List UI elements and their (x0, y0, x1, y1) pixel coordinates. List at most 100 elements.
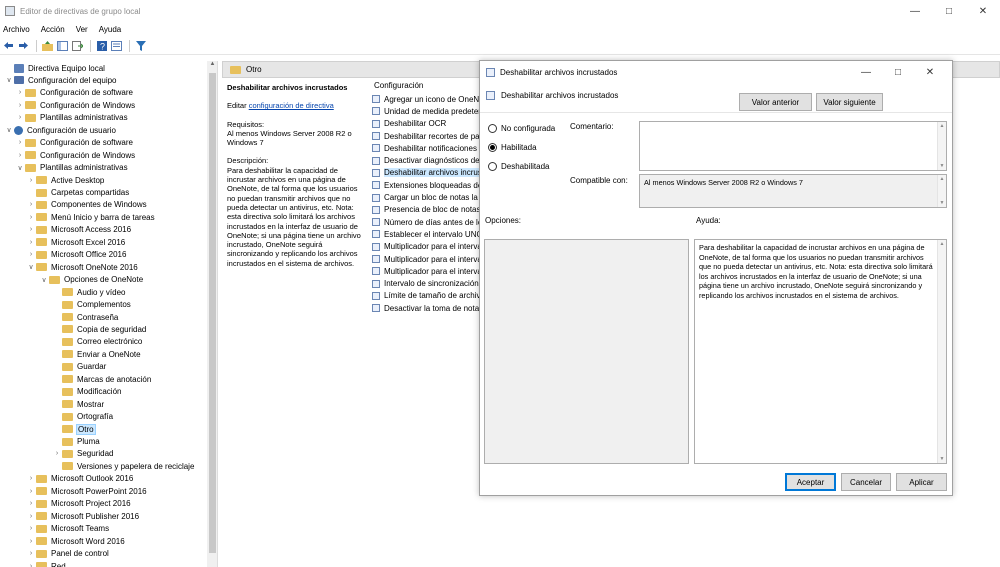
setting-row[interactable]: Unidad de medida predeterminada (372, 105, 482, 117)
tree-item[interactable]: Otro (53, 423, 96, 435)
chevron-right-icon[interactable]: › (16, 114, 24, 121)
comment-textarea[interactable]: ▲ ▼ (639, 121, 947, 171)
tree-item[interactable]: › Configuración de Windows (16, 149, 135, 161)
tree-item[interactable]: ∨ Microsoft OneNote 2016 (27, 261, 137, 273)
setting-row[interactable]: Agregar un icono de OneNote (372, 93, 482, 105)
tree-item[interactable]: Guardar (53, 361, 106, 373)
tree-item[interactable]: Versiones y papelera de reciclaje (53, 460, 194, 472)
cancel-button[interactable]: Cancelar (841, 473, 891, 491)
tree-item[interactable]: › Configuración de Windows (16, 99, 135, 111)
show-tree-icon[interactable] (56, 39, 69, 52)
forward-arrow-icon[interactable] (17, 39, 30, 52)
tree-item[interactable]: › Microsoft Publisher 2016 (27, 510, 139, 522)
scroll-up-icon[interactable]: ▲ (938, 241, 946, 247)
ok-button[interactable]: Aceptar (785, 473, 836, 491)
filter-icon[interactable] (134, 39, 147, 52)
chevron-right-icon[interactable]: › (53, 450, 61, 457)
tree-item[interactable]: › Microsoft Project 2016 (27, 498, 131, 510)
chevron-right-icon[interactable]: › (16, 139, 24, 146)
chevron-down-icon[interactable]: ∨ (5, 126, 13, 134)
chevron-down-icon[interactable]: ∨ (40, 276, 48, 284)
setting-row[interactable]: Extensiones bloqueadas de archivos incru… (372, 179, 482, 191)
properties-icon[interactable] (110, 39, 123, 52)
setting-row[interactable]: Deshabilitar archivos incrustados (372, 167, 482, 179)
radio-circle[interactable] (488, 162, 497, 171)
tree-item[interactable]: › Microsoft PowerPoint 2016 (27, 485, 147, 497)
chevron-down-icon[interactable]: ∨ (16, 164, 24, 172)
chevron-right-icon[interactable]: › (27, 513, 35, 520)
scroll-down-icon[interactable]: ▼ (938, 200, 946, 206)
tree-item[interactable]: › Seguridad (53, 448, 114, 460)
tree-item[interactable]: Contraseña (53, 311, 118, 323)
radio-enabled[interactable]: Habilitada (488, 143, 537, 152)
tree-item[interactable]: › Plantillas administrativas (16, 112, 128, 124)
tree-item[interactable]: Audio y vídeo (53, 286, 125, 298)
tree-item[interactable]: › Microsoft Excel 2016 (27, 236, 125, 248)
tree-item[interactable]: ∨ Opciones de OneNote (40, 274, 143, 286)
chevron-right-icon[interactable]: › (16, 89, 24, 96)
setting-row[interactable]: Desactivar diagnósticos de OneNote (372, 154, 482, 166)
tree-item[interactable]: › Componentes de Windows (27, 199, 147, 211)
chevron-right-icon[interactable]: › (27, 500, 35, 507)
menu-ayuda[interactable]: Ayuda (99, 25, 122, 34)
menu-archivo[interactable]: Archivo (3, 25, 30, 34)
chevron-down-icon[interactable]: ∨ (5, 76, 13, 84)
chevron-right-icon[interactable]: › (16, 152, 24, 159)
chevron-right-icon[interactable]: › (27, 538, 35, 545)
chevron-right-icon[interactable]: › (27, 475, 35, 482)
setting-row[interactable]: Multiplicador para el intervalo (372, 253, 482, 265)
maximize-icon[interactable]: □ (882, 61, 914, 83)
compatible-scrollbar[interactable]: ▲ ▼ (937, 175, 946, 207)
setting-row[interactable]: Deshabilitar OCR (372, 118, 482, 130)
chevron-right-icon[interactable]: › (27, 239, 35, 246)
tree-item[interactable]: › Panel de control (27, 548, 109, 560)
tree-item[interactable]: Carpetas compartidas (27, 187, 129, 199)
help-icon[interactable]: ? (95, 39, 108, 52)
close-icon[interactable]: ✕ (914, 61, 946, 83)
tree-item[interactable]: › Microsoft Outlook 2016 (27, 473, 133, 485)
tree-item[interactable]: › Microsoft Access 2016 (27, 224, 131, 236)
scroll-up-icon[interactable]: ▲ (938, 176, 946, 182)
tree-item[interactable]: Copia de seguridad (53, 323, 146, 335)
setting-row[interactable]: Deshabilitar notificaciones (372, 142, 482, 154)
chevron-right-icon[interactable]: › (27, 550, 35, 557)
tree-item[interactable]: ∨ Plantillas administrativas (16, 162, 127, 174)
tree-item[interactable]: Enviar a OneNote (53, 348, 141, 360)
chevron-down-icon[interactable]: ∨ (27, 263, 35, 271)
tree-item[interactable]: › Microsoft Teams (27, 523, 109, 535)
chevron-right-icon[interactable]: › (27, 488, 35, 495)
up-folder-icon[interactable] (41, 39, 54, 52)
scroll-up-icon[interactable]: ▲ (938, 123, 946, 129)
apply-button[interactable]: Aplicar (896, 473, 947, 491)
setting-row[interactable]: Límite de tamaño de archivo (372, 290, 482, 302)
tree-item[interactable]: Pluma (53, 436, 100, 448)
export-list-icon[interactable] (71, 39, 84, 52)
menu-ver[interactable]: Ver (76, 25, 88, 34)
back-arrow-icon[interactable] (2, 39, 15, 52)
chevron-right-icon[interactable]: › (27, 226, 35, 233)
chevron-right-icon[interactable]: › (27, 251, 35, 258)
chevron-right-icon[interactable]: › (27, 525, 35, 532)
tree-item[interactable]: › Red (27, 560, 66, 567)
previous-setting-button[interactable]: Valor anterior (739, 93, 812, 111)
radio-disabled[interactable]: Deshabilitada (488, 162, 549, 171)
tree-item[interactable]: › Microsoft Word 2016 (27, 535, 125, 547)
tree-item[interactable]: › Configuración de software (16, 87, 133, 99)
setting-row[interactable]: Intervalo de sincronización (372, 277, 482, 289)
setting-row[interactable]: Cargar un bloc de notas la primera vez (372, 191, 482, 203)
maximize-icon[interactable]: □ (932, 0, 966, 22)
tree-item[interactable]: › Configuración de software (16, 137, 133, 149)
setting-row[interactable]: Desactivar la toma de notas (372, 302, 482, 314)
radio-not-configured[interactable]: No configurada (488, 124, 555, 133)
tree-item[interactable]: › Active Desktop (27, 174, 105, 186)
setting-row[interactable]: Multiplicador para el intervalo (372, 241, 482, 253)
tree-item[interactable]: Mostrar (53, 398, 104, 410)
chevron-right-icon[interactable]: › (16, 102, 24, 109)
menu-accion[interactable]: Acción (41, 25, 65, 34)
tree-item[interactable]: Complementos (53, 299, 131, 311)
setting-row[interactable]: Presencia de bloc de notas (372, 204, 482, 216)
next-setting-button[interactable]: Valor siguiente (816, 93, 883, 111)
setting-row[interactable]: Multiplicador para el intervalo (372, 265, 482, 277)
tree-item[interactable]: › Menú Inicio y barra de tareas (27, 211, 155, 223)
minimize-icon[interactable]: — (898, 0, 932, 22)
